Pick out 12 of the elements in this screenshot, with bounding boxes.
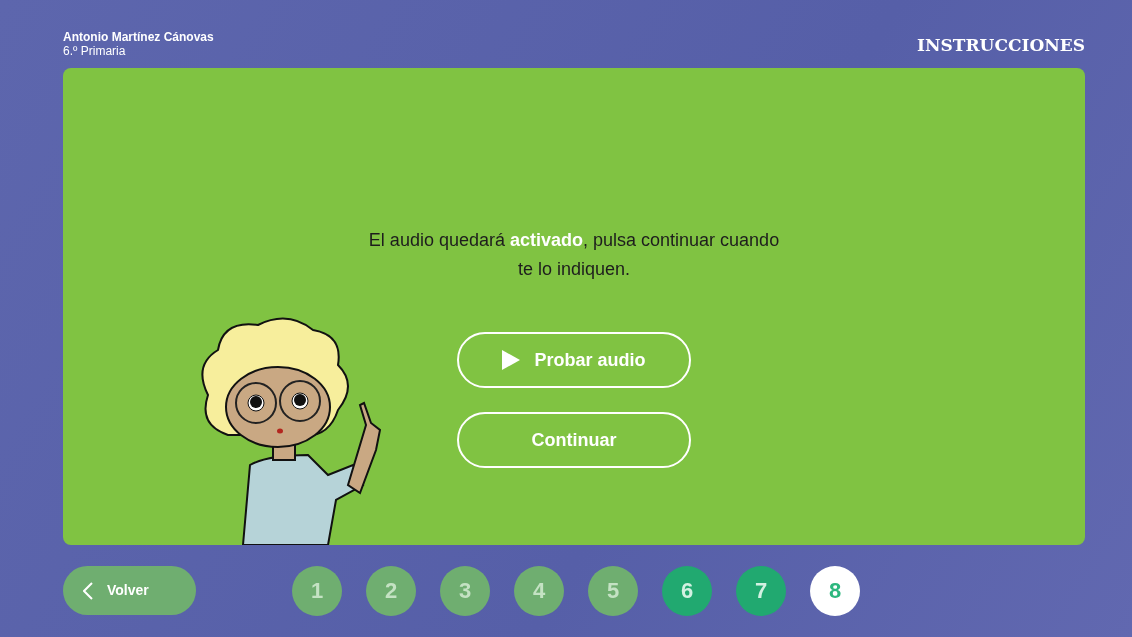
continue-button[interactable]: Continuar xyxy=(457,412,691,469)
section-title: INSTRUCCIONES xyxy=(917,33,1085,57)
play-icon xyxy=(502,350,521,371)
instruction-text: El audio quedará activado, pulsa continuar cuando te lo indiquen. xyxy=(367,229,781,282)
step-button[interactable]: 8 xyxy=(810,565,860,616)
student-name: Antonio Martínez Cánovas xyxy=(63,30,214,45)
chevron-left-icon xyxy=(83,581,93,600)
back-button[interactable]: Volver xyxy=(63,566,196,616)
test-audio-button[interactable]: Probar audio xyxy=(457,332,691,389)
step-button[interactable]: 7 xyxy=(736,565,786,616)
student-grade: 6.º Primaria xyxy=(63,44,127,59)
step-button[interactable]: 6 xyxy=(662,565,712,616)
